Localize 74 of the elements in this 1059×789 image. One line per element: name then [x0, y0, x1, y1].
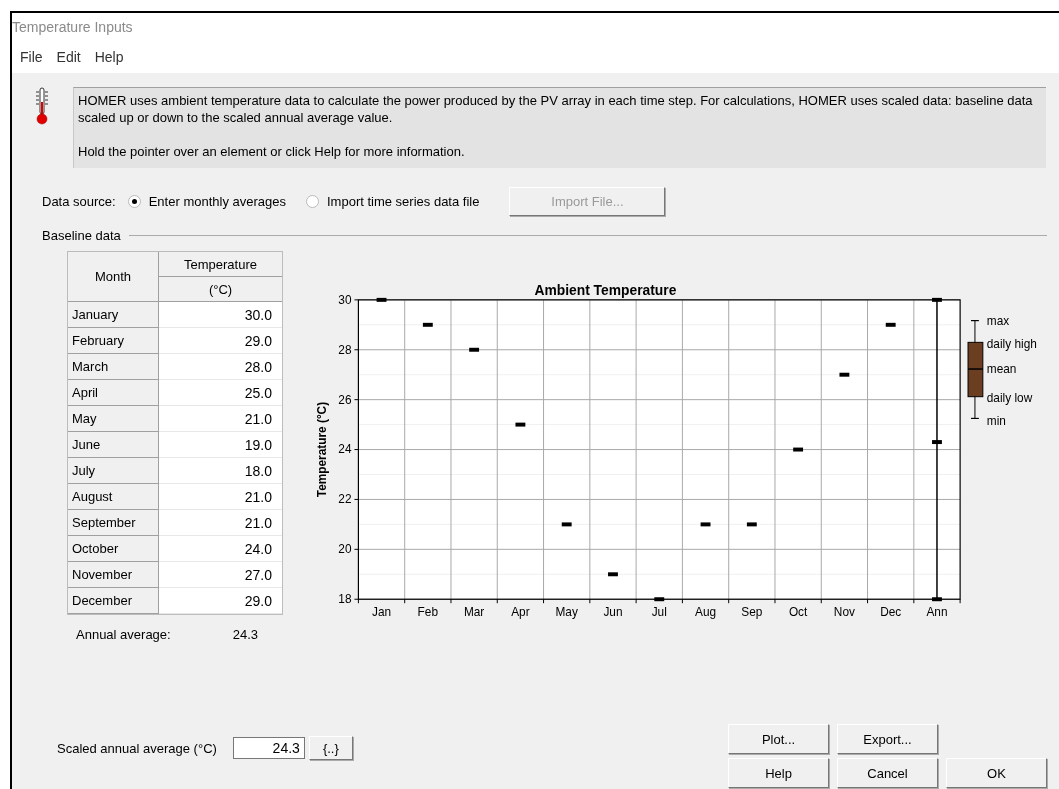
- chart-title: Ambient Temperature: [534, 281, 677, 298]
- mean-marker: [422, 322, 433, 327]
- annual-average-value: 24.3: [232, 627, 258, 642]
- x-tick-label: Sep: [741, 605, 763, 620]
- table-cell[interactable]: 21.0: [159, 510, 282, 536]
- x-tick-label: Dec: [880, 605, 902, 620]
- annual-average-label: Annual average:: [76, 627, 171, 642]
- y-tick-label: 20: [338, 542, 352, 557]
- y-tick-label: 22: [338, 492, 352, 507]
- mean-marker: [885, 322, 896, 327]
- y-tick-label: 18: [338, 592, 352, 607]
- radio-option[interactable]: Enter monthly averages: [127, 193, 286, 209]
- sensitivity-button[interactable]: {..}: [308, 736, 353, 760]
- thermometer-icon: [35, 87, 49, 125]
- x-tick-label: Mar: [464, 605, 485, 620]
- x-tick-label: Nov: [833, 605, 855, 620]
- x-tick-label: Jul: [651, 605, 667, 620]
- dialog-button[interactable]: Help: [728, 758, 829, 788]
- table-cell[interactable]: 25.0: [159, 380, 282, 406]
- table-cell[interactable]: 29.0: [159, 588, 282, 614]
- scaled-average-label: Scaled annual average (°C): [57, 740, 217, 756]
- table-cell[interactable]: 18.0: [159, 458, 282, 484]
- legend-label: max: [986, 313, 1010, 328]
- dialog-button[interactable]: Export...: [837, 724, 938, 754]
- mean-marker: [746, 522, 757, 527]
- mean-marker: [608, 572, 618, 577]
- mean-marker: [700, 522, 711, 527]
- table-cell[interactable]: 19.0: [159, 432, 282, 458]
- column-header: Temperature: [159, 252, 282, 277]
- data-source-label: Data source:: [42, 193, 116, 209]
- x-tick-label: Oct: [789, 605, 808, 620]
- info-text: HOMER uses ambient temperature data to calculate the power produced by the PV array in each time step. For calculations, HOMER uses scaled data: baseline data scaled up or down to the scaled annual average value.: [78, 92, 1034, 126]
- y-tick-label: 26: [338, 392, 352, 407]
- x-tick-label: May: [555, 605, 578, 620]
- dialog-button[interactable]: OK: [946, 758, 1047, 788]
- column-header: Month: [68, 252, 159, 302]
- table-cell[interactable]: 28.0: [159, 354, 282, 380]
- table-cell[interactable]: 30.0: [159, 302, 282, 328]
- info-text: Hold the pointer over an element or click Help for more information.: [78, 143, 466, 160]
- scaled-average-field[interactable]: 24.3: [232, 737, 305, 759]
- legend-label: daily low: [986, 390, 1033, 405]
- y-tick-label: 30: [338, 292, 352, 307]
- box-plot-legend-icon: [967, 320, 984, 419]
- table-cell[interactable]: 21.0: [159, 484, 282, 510]
- legend-label: daily high: [986, 337, 1037, 352]
- x-tick-label: Feb: [417, 605, 439, 620]
- section-title: Baseline data: [42, 228, 121, 243]
- mean-marker: [469, 347, 480, 352]
- mean-marker: [515, 422, 526, 427]
- y-axis-label: Temperature (°C): [314, 401, 329, 498]
- mean-marker: [793, 447, 804, 452]
- y-tick-label: 24: [338, 442, 352, 457]
- menu-item[interactable]: Edit: [56, 48, 81, 65]
- y-tick-label: 28: [338, 342, 352, 357]
- table-cell[interactable]: 29.0: [159, 328, 282, 354]
- mean-marker: [839, 372, 850, 377]
- table-cell[interactable]: 21.0: [159, 406, 282, 432]
- window-title: Temperature Inputs: [12, 18, 133, 35]
- x-tick-label: Ann: [926, 605, 948, 620]
- x-tick-label: Apr: [511, 605, 530, 620]
- legend-label: mean: [986, 361, 1017, 376]
- mean-marker: [561, 522, 572, 527]
- table-cell[interactable]: 27.0: [159, 562, 282, 588]
- menu-item[interactable]: Help: [94, 48, 124, 65]
- menu-item[interactable]: File: [20, 48, 43, 65]
- dialog-button[interactable]: Plot...: [728, 724, 829, 754]
- dialog-button[interactable]: Cancel: [837, 758, 938, 788]
- table-cell[interactable]: 24.0: [159, 536, 282, 562]
- x-tick-label: Jan: [372, 605, 392, 620]
- x-tick-label: Aug: [695, 605, 717, 620]
- radio-option[interactable]: Import time series data file: [306, 193, 480, 209]
- x-tick-label: Jun: [603, 605, 623, 620]
- mean-marker: [932, 440, 942, 445]
- legend-label: min: [986, 414, 1006, 429]
